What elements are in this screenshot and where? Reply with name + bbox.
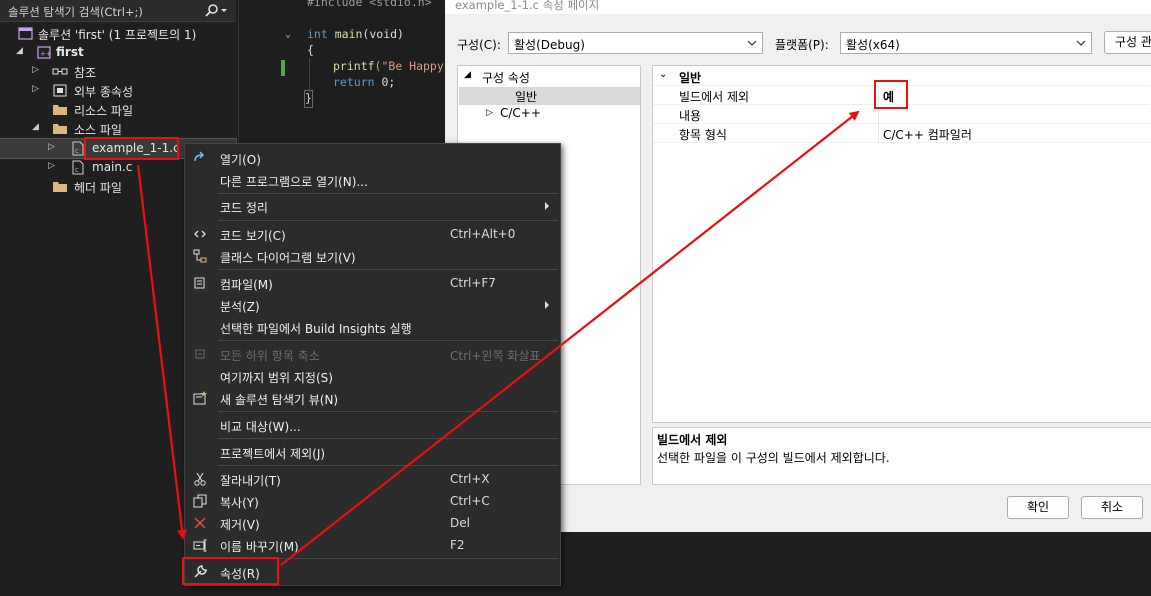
tree-resource-files[interactable]: 리소스 파일 bbox=[0, 100, 236, 119]
code-return: return 0; bbox=[333, 75, 396, 89]
menu-new-solution-view[interactable]: 새 솔루션 탐색기 뷰(N) bbox=[186, 387, 560, 409]
platform-combo[interactable]: 활성(x64) bbox=[840, 32, 1092, 54]
folder-icon bbox=[53, 182, 67, 192]
code-brackets-icon bbox=[194, 230, 206, 238]
tree-external-deps[interactable]: ▷ 외부 종속성 bbox=[0, 81, 236, 100]
menu-separator bbox=[218, 220, 558, 221]
code-brace-open: { bbox=[307, 43, 314, 57]
solution-icon bbox=[18, 27, 33, 40]
rename-icon bbox=[193, 539, 207, 552]
code-include: #include <stdio.h> bbox=[307, 0, 432, 9]
expand-triangle-icon[interactable]: ▷ bbox=[32, 65, 42, 77]
description-title: 빌드에서 제외 bbox=[657, 433, 728, 447]
menu-separator bbox=[218, 340, 558, 341]
indent-guide bbox=[309, 58, 310, 92]
grid-row-item-type[interactable]: 항목 형식 C/C++ 컴파일러 bbox=[653, 124, 1150, 143]
tree-project-first[interactable]: ◢ ++ first bbox=[0, 43, 236, 62]
config-manager-button[interactable]: 구성 관 bbox=[1104, 31, 1151, 54]
menu-remove[interactable]: 제거(V) Del bbox=[186, 512, 560, 534]
expand-triangle-icon[interactable]: ▷ bbox=[48, 161, 58, 173]
expand-triangle-icon[interactable]: ▷ bbox=[48, 142, 58, 154]
config-combo[interactable]: 활성(Debug) bbox=[508, 32, 763, 54]
annotation-box-properties bbox=[182, 557, 279, 585]
search-icon[interactable] bbox=[204, 3, 228, 19]
tree-references[interactable]: ▷ 참조 bbox=[0, 62, 236, 81]
property-grid: ⌄ 일반 빌드에서 제외 예 내용 항목 형식 C/C++ 컴파일러 bbox=[652, 65, 1151, 423]
svg-text:++: ++ bbox=[40, 50, 52, 58]
annotation-box-value bbox=[874, 80, 908, 109]
class-diagram-icon bbox=[193, 249, 207, 263]
compile-icon bbox=[194, 277, 205, 289]
search-placeholder: 솔루션 탐색기 검색(Ctrl+;) bbox=[8, 5, 143, 19]
code-printf: printf("Be Happy! bbox=[333, 59, 451, 73]
menu-separator bbox=[218, 465, 558, 466]
fold-chevron-icon[interactable]: ⌄ bbox=[285, 29, 291, 40]
menu-separator bbox=[218, 193, 558, 194]
menu-open-with[interactable]: 다른 프로그램으로 열기(N)... bbox=[186, 169, 560, 191]
menu-analyze[interactable]: 분석(Z) bbox=[186, 294, 560, 316]
scissors-icon bbox=[194, 472, 206, 486]
collapse-triangle-icon[interactable]: ◢ bbox=[32, 122, 42, 134]
open-arrow-icon bbox=[194, 151, 204, 162]
project-icon: ++ bbox=[37, 46, 52, 59]
svg-text:c: c bbox=[75, 147, 79, 155]
tree-config-properties[interactable]: 구성 속성 bbox=[482, 69, 530, 86]
config-label: 구성(C): bbox=[457, 38, 501, 52]
code-brace-close: } bbox=[304, 90, 313, 108]
menu-compare-with[interactable]: 비교 대상(W)... bbox=[186, 414, 560, 436]
annotation-box-file bbox=[84, 137, 179, 160]
svg-text:c: c bbox=[75, 166, 79, 174]
submenu-arrow-icon bbox=[545, 202, 549, 210]
collapse-all-icon bbox=[195, 349, 205, 359]
folder-icon bbox=[53, 105, 67, 115]
copy-icon bbox=[193, 494, 207, 508]
menu-code-cleanup[interactable]: 코드 정리 bbox=[186, 195, 560, 217]
menu-copy[interactable]: 복사(Y) Ctrl+C bbox=[186, 490, 560, 512]
menu-compile[interactable]: 컴파일(M) Ctrl+F7 bbox=[186, 272, 560, 294]
solution-explorer-search[interactable]: 솔루션 탐색기 검색(Ctrl+;) bbox=[0, 0, 236, 22]
collapse-triangle-icon[interactable]: ◢ bbox=[464, 70, 471, 80]
external-deps-icon bbox=[53, 84, 67, 97]
collapse-triangle-icon[interactable]: ◢ bbox=[16, 46, 26, 58]
chevron-down-icon bbox=[1076, 40, 1086, 46]
menu-exclude-from-project[interactable]: 프로젝트에서 제외(J) bbox=[186, 441, 560, 463]
description-text: 선택한 파일을 이 구성의 빌드에서 제외합니다. bbox=[657, 451, 890, 465]
cancel-button[interactable]: 취소 bbox=[1081, 496, 1143, 519]
c-file-icon: c bbox=[72, 160, 84, 175]
menu-rename[interactable]: 이름 바꾸기(M) F2 bbox=[186, 534, 560, 556]
tree-solution[interactable]: 솔루션 'first' (1 프로젝트의 1) bbox=[0, 24, 236, 43]
platform-label: 플랫폼(P): bbox=[775, 38, 829, 52]
tree-cpp[interactable]: C/C++ bbox=[500, 106, 541, 120]
menu-separator bbox=[218, 438, 558, 439]
menu-view-class-diagram[interactable]: 클래스 다이어그램 보기(V) bbox=[186, 245, 560, 267]
tree-source-files[interactable]: ◢ 소스 파일 bbox=[0, 119, 236, 138]
expand-triangle-icon[interactable]: ▷ bbox=[32, 84, 42, 96]
menu-view-code[interactable]: 코드 보기(C) Ctrl+Alt+0 bbox=[186, 223, 560, 245]
menu-scope-to-this[interactable]: 여기까지 범위 지정(S) bbox=[186, 365, 560, 387]
menu-cut[interactable]: 잘라내기(T) Ctrl+X bbox=[186, 468, 560, 490]
menu-build-insights[interactable]: 선택한 파일에서 Build Insights 실행 bbox=[186, 316, 560, 338]
menu-separator bbox=[218, 269, 558, 270]
code-main-signature: int main(void) bbox=[307, 27, 404, 41]
ok-button[interactable]: 확인 bbox=[1007, 496, 1069, 519]
expand-triangle-icon[interactable]: ▷ bbox=[486, 108, 493, 118]
menu-collapse-all: 모든 하위 항목 축소 Ctrl+왼쪽 화살표 bbox=[186, 343, 560, 365]
description-panel: 빌드에서 제외 선택한 파일을 이 구성의 빌드에서 제외합니다. bbox=[652, 427, 1151, 485]
references-icon bbox=[52, 68, 68, 75]
menu-open[interactable]: 열기(O) bbox=[186, 147, 560, 169]
close-x-icon bbox=[194, 517, 206, 529]
change-indicator bbox=[281, 60, 285, 76]
dialog-title: example_1-1.c 속성 페이지 bbox=[445, 0, 1151, 14]
chevron-down-icon bbox=[747, 40, 757, 46]
context-menu: 열기(O) 다른 프로그램으로 열기(N)... 코드 정리 코드 보기(C) … bbox=[184, 143, 561, 586]
chevron-down-icon: ⌄ bbox=[659, 69, 668, 80]
folder-icon bbox=[53, 124, 67, 134]
menu-separator bbox=[218, 411, 558, 412]
submenu-arrow-icon bbox=[545, 301, 549, 309]
tree-general-selected[interactable]: 일반 bbox=[459, 87, 640, 105]
new-view-icon bbox=[193, 391, 207, 405]
